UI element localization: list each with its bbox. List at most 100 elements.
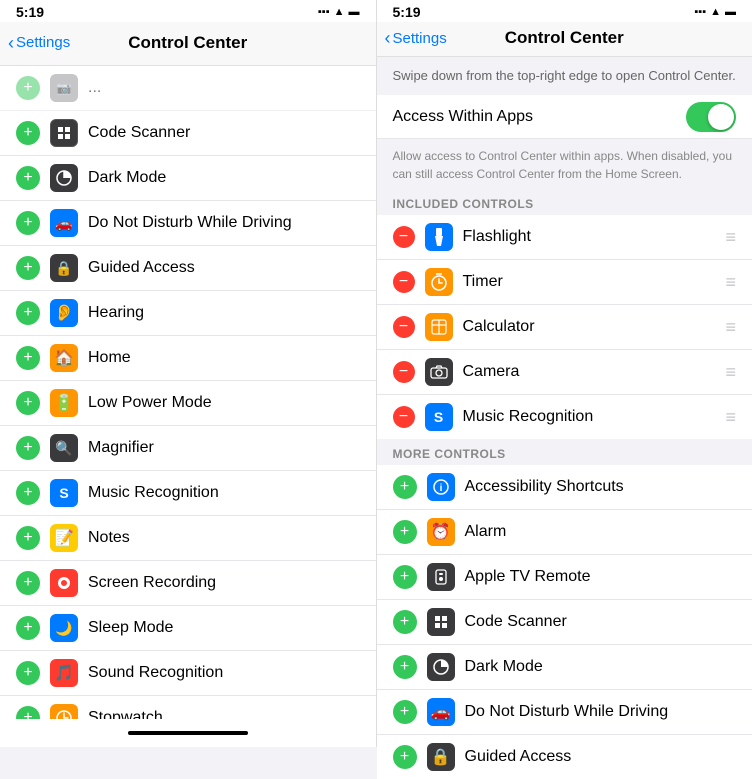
list-item[interactable]: + S Music Recognition xyxy=(0,471,376,516)
back-button-left[interactable]: ‹ Settings xyxy=(8,34,70,52)
time-right: 5:19 xyxy=(393,4,421,20)
drag-handle-icon[interactable]: ≡ xyxy=(725,407,736,428)
drag-handle-icon[interactable]: ≡ xyxy=(725,362,736,383)
more-control-item[interactable]: + i Accessibility Shortcuts xyxy=(377,465,752,510)
nav-bar-left: ‹ Settings Control Center xyxy=(0,22,376,66)
add-button[interactable]: + xyxy=(16,661,40,685)
item-label: Do Not Disturb While Driving xyxy=(465,703,737,721)
add-button[interactable]: + xyxy=(16,301,40,325)
list-item[interactable]: + Stopwatch xyxy=(0,696,376,719)
item-icon xyxy=(50,164,78,192)
add-button[interactable]: + xyxy=(16,526,40,550)
item-icon: 🔍 xyxy=(50,434,78,462)
item-icon: 🔋 xyxy=(50,389,78,417)
control-item[interactable]: − Timer ≡ xyxy=(377,260,752,305)
add-button[interactable]: + xyxy=(393,745,417,769)
add-button[interactable]: + xyxy=(16,616,40,640)
more-control-item[interactable]: + Code Scanner xyxy=(377,600,752,645)
more-control-item[interactable]: + Apple TV Remote xyxy=(377,555,752,600)
list-item[interactable]: + 📝 Notes xyxy=(0,516,376,561)
status-icons-right: ▪▪▪ ▲ ▬ xyxy=(694,6,736,18)
control-item[interactable]: − Camera ≡ xyxy=(377,350,752,395)
add-button[interactable]: + xyxy=(16,121,40,145)
list-item[interactable]: + 🔋 Low Power Mode xyxy=(0,381,376,426)
more-control-item[interactable]: + 🚗 Do Not Disturb While Driving xyxy=(377,690,752,735)
item-label: Code Scanner xyxy=(465,613,737,631)
add-button[interactable]: + xyxy=(16,571,40,595)
item-label: Apple TV Remote xyxy=(465,568,737,586)
add-button[interactable]: + xyxy=(393,700,417,724)
svg-text:i: i xyxy=(439,483,442,494)
add-button[interactable]: + xyxy=(393,610,417,634)
nav-title-left: Control Center xyxy=(128,33,247,53)
item-label: Flashlight xyxy=(463,228,726,246)
drag-handle-icon[interactable]: ≡ xyxy=(725,317,736,338)
access-within-apps-row[interactable]: Access Within Apps xyxy=(377,95,752,139)
chevron-right-icon: ‹ xyxy=(385,29,391,47)
list-item[interactable]: + 🎵 Sound Recognition xyxy=(0,651,376,696)
item-icon xyxy=(427,608,455,636)
included-section-header: INCLUDED CONTROLS xyxy=(377,191,752,215)
item-label: Music Recognition xyxy=(463,408,726,426)
add-button[interactable]: + xyxy=(16,256,40,280)
control-item[interactable]: − Flashlight ≡ xyxy=(377,215,752,260)
item-icon: 🔒 xyxy=(427,743,455,771)
remove-button[interactable]: − xyxy=(393,226,415,248)
add-button[interactable]: + xyxy=(393,475,417,499)
item-icon: 🔒 xyxy=(50,254,78,282)
stopwatch-label: Stopwatch xyxy=(88,709,360,719)
more-control-item[interactable]: + 🔒 Guided Access xyxy=(377,735,752,779)
list-item[interactable]: + 🔍 Magnifier xyxy=(0,426,376,471)
remove-button[interactable]: − xyxy=(393,406,415,428)
add-button[interactable]: + xyxy=(16,436,40,460)
item-label: Guided Access xyxy=(465,748,737,766)
list-item[interactable]: + 👂 Hearing xyxy=(0,291,376,336)
drag-handle-icon[interactable]: ≡ xyxy=(725,227,736,248)
status-icons-left: ▪▪▪ ▲ ▬ xyxy=(318,6,360,18)
add-button[interactable]: + xyxy=(16,391,40,415)
add-button[interactable]: + xyxy=(16,706,40,719)
back-button-right[interactable]: ‹ Settings xyxy=(385,29,447,47)
add-button[interactable]: + xyxy=(393,655,417,679)
more-control-item[interactable]: + ⏰ Alarm xyxy=(377,510,752,555)
add-button[interactable]: + xyxy=(393,520,417,544)
more-control-item[interactable]: + Dark Mode xyxy=(377,645,752,690)
item-label: Low Power Mode xyxy=(88,394,360,412)
add-button[interactable]: + xyxy=(16,76,40,100)
list-item[interactable]: + 🏠 Home xyxy=(0,336,376,381)
item-icon: 🚗 xyxy=(50,209,78,237)
access-within-apps-toggle[interactable] xyxy=(686,102,736,132)
item-icon xyxy=(425,268,453,296)
control-item[interactable]: − S Music Recognition ≡ xyxy=(377,395,752,439)
drag-handle-icon[interactable]: ≡ xyxy=(725,272,736,293)
add-button[interactable]: + xyxy=(16,346,40,370)
item-label: Alarm xyxy=(465,523,737,541)
list-item[interactable]: + 🚗 Do Not Disturb While Driving xyxy=(0,201,376,246)
item-label: Sleep Mode xyxy=(88,619,360,637)
wifi-icon-r: ▲ xyxy=(710,6,721,18)
item-icon: 🏠 xyxy=(50,344,78,372)
item-label: Screen Recording xyxy=(88,574,360,592)
control-item[interactable]: − Calculator ≡ xyxy=(377,305,752,350)
item-icon xyxy=(50,119,78,147)
remove-button[interactable]: − xyxy=(393,316,415,338)
remove-button[interactable]: − xyxy=(393,361,415,383)
add-button[interactable]: + xyxy=(393,565,417,589)
list-item[interactable]: + 📷 ... xyxy=(0,66,376,111)
add-button[interactable]: + xyxy=(16,481,40,505)
list-item[interactable]: + 🔒 Guided Access xyxy=(0,246,376,291)
home-indicator-bar xyxy=(128,731,248,735)
remove-button[interactable]: − xyxy=(393,271,415,293)
list-item[interactable]: + 🌙 Sleep Mode xyxy=(0,606,376,651)
add-button[interactable]: + xyxy=(16,211,40,235)
status-bar-right: 5:19 ▪▪▪ ▲ ▬ xyxy=(377,0,752,22)
signal-icon-r: ▪▪▪ xyxy=(694,6,706,18)
list-item[interactable]: + Code Scanner xyxy=(0,111,376,156)
item-icon: 🌙 xyxy=(50,614,78,642)
status-bar-left: 5:19 ▪▪▪ ▲ ▬ xyxy=(0,0,376,22)
list-item[interactable]: + Screen Recording xyxy=(0,561,376,606)
list-item[interactable]: + Dark Mode xyxy=(0,156,376,201)
item-label: Music Recognition xyxy=(88,484,360,502)
item-label: Hearing xyxy=(88,304,360,322)
add-button[interactable]: + xyxy=(16,166,40,190)
